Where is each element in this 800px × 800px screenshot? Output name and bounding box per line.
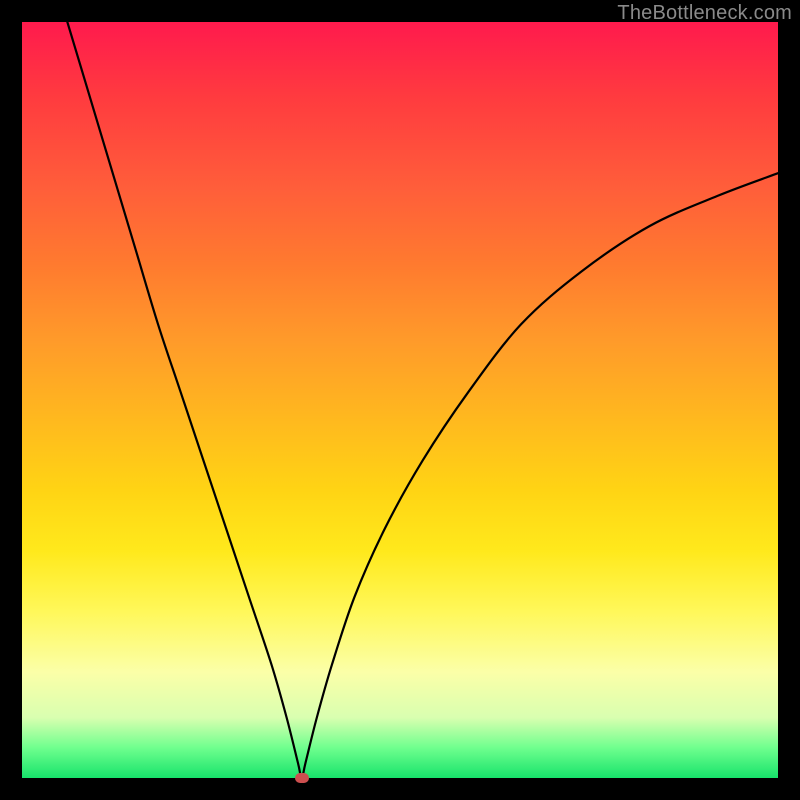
optimal-point-marker bbox=[295, 773, 309, 783]
chart-frame: TheBottleneck.com bbox=[0, 0, 800, 800]
plot-area bbox=[22, 22, 778, 778]
watermark-text: TheBottleneck.com bbox=[617, 2, 792, 25]
bottleneck-curve bbox=[22, 22, 778, 778]
